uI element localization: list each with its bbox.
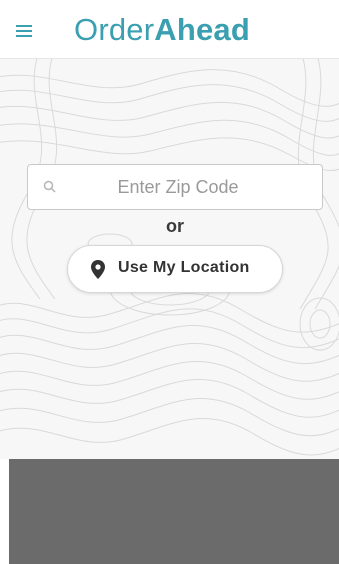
app-screen: OrderAhead Enter Zip Code or Use My Loca…: [0, 0, 339, 564]
use-my-location-button[interactable]: Use My Location: [67, 245, 283, 293]
topographic-map-background: or Use My Location: [0, 59, 339, 459]
use-my-location-label: Use My Location: [118, 259, 250, 276]
app-logo: OrderAhead: [74, 11, 250, 49]
zip-code-field[interactable]: [27, 164, 323, 210]
logo-text-ahead: Ahead: [154, 12, 250, 47]
bottom-dark-panel: [9, 459, 339, 564]
left-margin-strip: [0, 459, 9, 564]
or-divider: or: [166, 216, 184, 236]
map-pin-icon: [91, 260, 105, 279]
zip-code-input[interactable]: [68, 165, 316, 209]
app-header: OrderAhead: [0, 0, 339, 59]
hamburger-menu-icon[interactable]: [16, 22, 36, 38]
logo-text-order: Order: [74, 12, 155, 47]
search-icon: [43, 180, 56, 193]
